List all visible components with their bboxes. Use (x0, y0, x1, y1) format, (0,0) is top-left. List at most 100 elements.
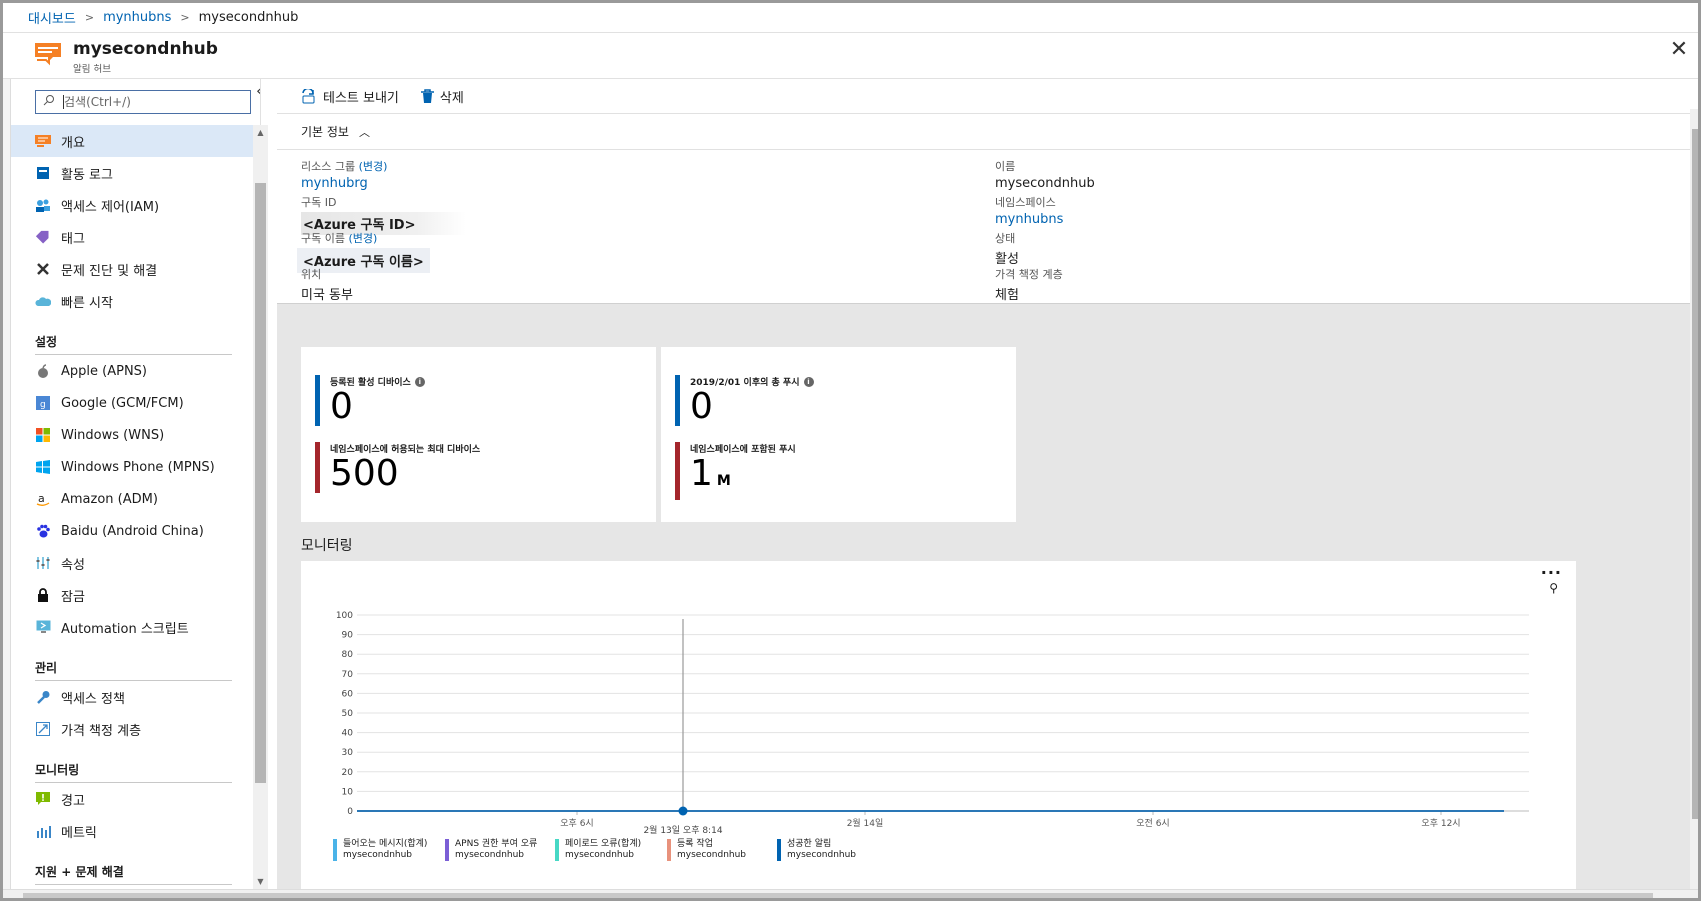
legend-series-name: 들어오는 메시지(합계) (343, 839, 428, 849)
breadcrumb-current: mysecondnhub (198, 10, 299, 25)
sidebar-item-tags[interactable]: 태그 (11, 221, 256, 253)
sidebar-item-metrics[interactable]: 메트릭 (11, 815, 256, 847)
info-icon[interactable]: i (803, 376, 814, 387)
sidebar-item-google[interactable]: g Google (GCM/FCM) (11, 387, 256, 419)
sidebar-item-diagnose[interactable]: 문제 진단 및 해결 (11, 253, 256, 285)
essentials-panel: 리소스 그룹 (변경) mynhubrg 구독 ID <Azure 구독 ID>… (277, 150, 1690, 304)
namespace-label: 네임스페이스 (995, 196, 1056, 209)
properties-icon (35, 555, 51, 571)
y-tick-label: 50 (342, 709, 354, 719)
sidebar-item-amazon[interactable]: a Amazon (ADM) (11, 483, 256, 515)
legend-item[interactable]: APNS 권한 부여 오류 mysecondnhub (445, 839, 537, 861)
status-label: 상태 (995, 232, 1016, 245)
pricing-icon (35, 721, 51, 737)
sidebar-section-manage: 관리 (11, 643, 256, 681)
legend-item[interactable]: 페이로드 오류(합계) mysecondnhub (555, 839, 641, 861)
sidebar-scrollbar[interactable]: ▲ ▼ (253, 125, 268, 889)
namespace-link[interactable]: mynhubns (995, 212, 1063, 227)
search-icon (43, 95, 54, 106)
breadcrumb-namespace[interactable]: mynhubns (103, 10, 171, 25)
sidebar-item-locks[interactable]: 잠금 (11, 579, 256, 611)
scroll-up-icon[interactable]: ▲ (253, 125, 268, 140)
sidebar-item-label: 문제 진단 및 해결 (61, 263, 158, 279)
total-push-value: 0 (690, 386, 713, 427)
breadcrumb-dashboard[interactable]: 대시보드 (28, 8, 76, 27)
legend-item[interactable]: 들어오는 메시지(합계) mysecondnhub (333, 839, 427, 861)
legend-series-name: 성공한 알림 (787, 839, 832, 849)
sidebar-item-automation[interactable]: Automation 스크립트 (11, 611, 256, 643)
automation-icon (35, 619, 51, 635)
subscription-name-change-link[interactable]: (변경) (348, 232, 377, 245)
status-value: 활성 (995, 252, 1019, 267)
activity-log-icon (35, 165, 51, 181)
scroll-down-icon[interactable]: ▼ (253, 874, 268, 889)
legend-series-name: APNS 권한 부여 오류 (455, 839, 538, 849)
location-field: 위치 미국 동부 (301, 266, 353, 303)
horizontal-scrollbar[interactable] (3, 889, 1698, 898)
delete-label: 삭제 (439, 90, 464, 106)
main-scroll-thumb[interactable] (1692, 129, 1698, 819)
sidebar-item-label: 액세스 정책 (61, 691, 125, 707)
chevron-up-icon: ︿ (358, 125, 370, 139)
sidebar-item-quickstart[interactable]: 빠른 시작 (11, 285, 256, 317)
sidebar-item-properties[interactable]: 속성 (11, 547, 256, 579)
sidebar-section-monitoring: 모니터링 (11, 745, 256, 783)
close-icon[interactable]: ✕ (1666, 37, 1692, 62)
sidebar-item-label: Apple (APNS) (61, 363, 147, 379)
horizontal-scroll-thumb[interactable] (23, 893, 1653, 898)
sidebar-section-support: 지원 + 문제 해결 (11, 847, 256, 885)
name-label: 이름 (995, 160, 1016, 173)
sidebar-item-baidu[interactable]: Baidu (Android China) (11, 515, 256, 547)
devices-tile[interactable]: 등록된 활성 디바이스 i 0 네임스페이스에 허용되는 최대 디바이스 500 (301, 347, 656, 522)
sidebar-scroll-thumb[interactable] (255, 183, 266, 783)
main-scrollbar[interactable] (1690, 109, 1698, 889)
iam-icon (35, 197, 51, 213)
name-field: 이름 mysecondnhub (995, 158, 1095, 191)
wrench-icon (35, 261, 51, 277)
sidebar-item-pricing-tier[interactable]: 가격 책정 계층 (11, 713, 256, 745)
cloud-icon (35, 293, 51, 309)
send-test-icon (302, 88, 315, 103)
baidu-icon (35, 523, 51, 539)
namespace-field: 네임스페이스 mynhubns (995, 194, 1063, 227)
resource-group-link[interactable]: mynhubrg (301, 176, 368, 191)
legend-item[interactable]: 등록 작업 mysecondnhub (667, 839, 746, 861)
sidebar-item-access-policies[interactable]: 액세스 정책 (11, 681, 256, 713)
sidebar-item-iam[interactable]: 액세스 제어(IAM) (11, 189, 256, 221)
y-tick-label: 30 (342, 748, 354, 758)
sidebar-item-label: 잠금 (61, 589, 85, 605)
sidebar-item-overview[interactable]: 개요 (11, 125, 256, 157)
sidebar-item-windows[interactable]: Windows (WNS) (11, 419, 256, 451)
sidebar-item-apple[interactable]: Apple (APNS) (11, 355, 256, 387)
sidebar-item-windows-phone[interactable]: Windows Phone (MPNS) (11, 451, 256, 483)
sidebar-item-alerts[interactable]: 경고 (11, 783, 256, 815)
blade-header: mysecondnhub 알림 허브 ✕ (3, 33, 1698, 79)
subscription-id-field: 구독 ID <Azure 구독 ID> (301, 194, 466, 235)
windows-phone-icon (35, 459, 51, 475)
push-tile[interactable]: 2019/2/01 이후의 총 푸시 i 0 네임스페이스에 포함된 푸시 1M (661, 347, 1016, 522)
essentials-toggle[interactable]: 기본 정보 ︿ (277, 114, 1690, 150)
sidebar-item-activity-log[interactable]: 활동 로그 (11, 157, 256, 189)
y-tick-label: 10 (342, 787, 354, 797)
collapse-sidebar-icon[interactable]: « (256, 81, 260, 100)
delete-button[interactable]: 삭제 (420, 87, 464, 106)
sidebar-item-label: 개요 (61, 135, 85, 151)
legend-item[interactable]: 성공한 알림 mysecondnhub (777, 839, 856, 861)
sidebar-item-label: 빠른 시작 (61, 295, 113, 311)
status-field: 상태 활성 (995, 230, 1019, 267)
sidebar-item-label: 가격 책정 계층 (61, 723, 142, 739)
pricing-label: 가격 책정 계층 (995, 268, 1063, 281)
tag-icon (35, 229, 51, 245)
search-input[interactable]: 검색(Ctrl+/) (35, 90, 251, 114)
info-icon[interactable]: i (414, 376, 425, 387)
essentials-title: 기본 정보 (301, 125, 349, 139)
y-tick-label: 70 (342, 670, 354, 680)
legend-series-name: 페이로드 오류(합계) (565, 839, 642, 849)
command-bar: 테스트 보내기 삭제 (277, 79, 1690, 114)
pricing-field: 가격 책정 계층 체험 (995, 266, 1063, 303)
legend-series-resource: mysecondnhub (677, 850, 747, 860)
resource-group-change-link[interactable]: (변경) (359, 160, 388, 173)
notification-hub-icon (35, 43, 61, 66)
location-label: 위치 (301, 268, 322, 281)
send-test-button[interactable]: 테스트 보내기 (301, 87, 399, 106)
